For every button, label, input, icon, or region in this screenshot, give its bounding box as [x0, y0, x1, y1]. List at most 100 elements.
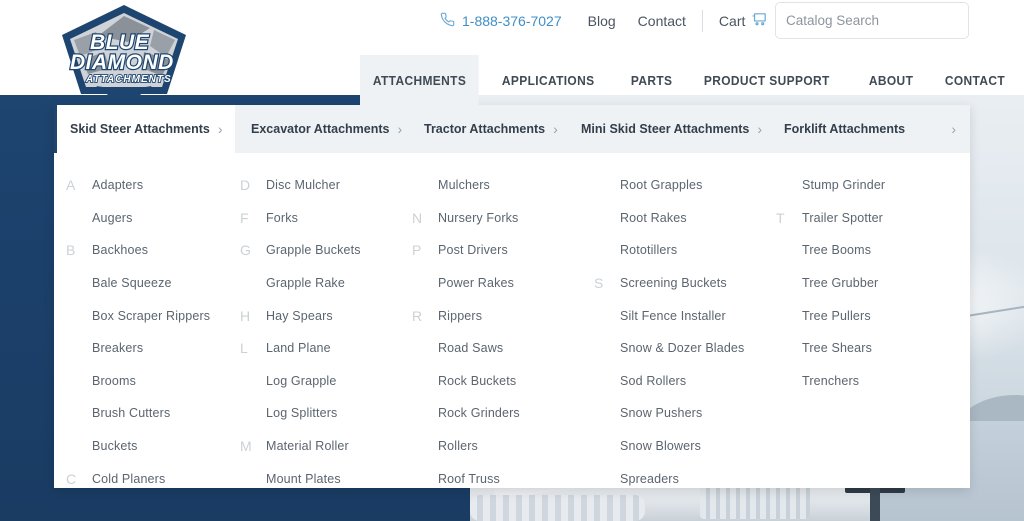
- utility-divider: [701, 10, 703, 32]
- alphabet-marker: C: [66, 470, 77, 487]
- menu-row: Tree Grubber: [774, 267, 964, 300]
- alphabet-marker: G: [240, 242, 251, 259]
- menu-link-rototillers[interactable]: Rototillers: [620, 243, 677, 257]
- mega-column-3: Mulchers N Nursery Forks P Post Drivers Power…: [410, 165, 592, 495]
- nav-item-about[interactable]: ABOUT: [856, 55, 926, 105]
- menu-link-brooms[interactable]: Brooms: [92, 374, 136, 388]
- menu-row: Mulchers: [410, 169, 592, 202]
- menu-link-snow-pushers[interactable]: Snow Pushers: [620, 406, 702, 420]
- mega-tab-mini-skid-steer-attachments[interactable]: Mini Skid Steer Attachments ›: [565, 105, 768, 153]
- menu-link-land-plane[interactable]: Land Plane: [266, 341, 331, 355]
- cart-label: Cart: [718, 13, 746, 29]
- menu-link-silt-fence-installer[interactable]: Silt Fence Installer: [620, 309, 726, 323]
- menu-row: R Rippers: [410, 299, 592, 332]
- menu-link-log-splitters[interactable]: Log Splitters: [266, 406, 337, 420]
- menu-row: P Post Drivers: [410, 234, 592, 267]
- svg-text:ATTACHMENTS: ATTACHMENTS: [85, 74, 172, 85]
- search-input[interactable]: [776, 3, 968, 38]
- menu-link-tree-shears[interactable]: Tree Shears: [802, 341, 872, 355]
- brand-logo[interactable]: BLUE DIAMOND ATTACHMENTS: [58, 2, 190, 102]
- menu-link-brush-cutters[interactable]: Brush Cutters: [92, 406, 170, 420]
- menu-link-trenchers[interactable]: Trenchers: [802, 374, 859, 388]
- menu-link-cold-planers[interactable]: Cold Planers: [92, 472, 165, 486]
- menu-row: Tree Pullers: [774, 299, 964, 332]
- menu-link-root-grapples[interactable]: Root Grapples: [620, 178, 703, 192]
- menu-link-power-rakes[interactable]: Power Rakes: [438, 276, 514, 290]
- mega-tab-excavator-attachments[interactable]: Excavator Attachments ›: [235, 105, 408, 153]
- menu-link-disc-mulcher[interactable]: Disc Mulcher: [266, 178, 340, 192]
- menu-link-root-rakes[interactable]: Root Rakes: [620, 211, 687, 225]
- nav-item-contact[interactable]: CONTACT: [932, 55, 1018, 105]
- chevron-right-icon: ›: [951, 121, 956, 137]
- menu-link-rock-buckets[interactable]: Rock Buckets: [438, 374, 516, 388]
- menu-link-log-grapple[interactable]: Log Grapple: [266, 374, 336, 388]
- alphabet-marker: F: [240, 209, 249, 226]
- cart-link[interactable]: Cart: [719, 11, 768, 31]
- chevron-right-icon: ›: [757, 121, 762, 137]
- menu-link-snow-blowers[interactable]: Snow Blowers: [620, 439, 701, 453]
- menu-link-rippers[interactable]: Rippers: [438, 309, 482, 323]
- menu-link-bale-squeeze[interactable]: Bale Squeeze: [92, 276, 172, 290]
- menu-row: Augers: [64, 202, 238, 235]
- menu-link-trailer-spotter[interactable]: Trailer Spotter: [802, 211, 883, 225]
- menu-row: Root Rakes: [592, 202, 774, 235]
- menu-link-post-drivers[interactable]: Post Drivers: [438, 243, 508, 257]
- nav-item-parts[interactable]: PARTS: [618, 55, 685, 105]
- mega-tab-skid-steer-attachments[interactable]: Skid Steer Attachments ›: [54, 105, 235, 153]
- menu-link-spreaders[interactable]: Spreaders: [620, 472, 679, 486]
- menu-link-tree-booms[interactable]: Tree Booms: [802, 243, 871, 257]
- menu-link-hay-spears[interactable]: Hay Spears: [266, 309, 333, 323]
- menu-row: Mount Plates: [238, 462, 410, 495]
- phone-link[interactable]: 1-888-376-7027: [440, 12, 562, 30]
- menu-link-screening-buckets[interactable]: Screening Buckets: [620, 276, 727, 290]
- menu-link-material-roller[interactable]: Material Roller: [266, 439, 349, 453]
- mega-column-2: D Disc Mulcher F Forks G Grapple Buckets Grapp…: [238, 165, 410, 495]
- menu-link-rollers[interactable]: Rollers: [438, 439, 478, 453]
- menu-row: Snow Blowers: [592, 430, 774, 463]
- menu-row: D Disc Mulcher: [238, 169, 410, 202]
- nav-item-applications[interactable]: APPLICATIONS: [489, 55, 607, 105]
- svg-text:DIAMOND: DIAMOND: [70, 51, 174, 74]
- menu-link-grapple-rake[interactable]: Grapple Rake: [266, 276, 345, 290]
- menu-row: Buckets: [64, 430, 238, 463]
- menu-link-breakers[interactable]: Breakers: [92, 341, 143, 355]
- menu-row: Root Grapples: [592, 169, 774, 202]
- menu-row: Spreaders: [592, 462, 774, 495]
- menu-link-sod-rollers[interactable]: Sod Rollers: [620, 374, 686, 388]
- contact-link[interactable]: Contact: [638, 13, 686, 29]
- menu-row: Rollers: [410, 430, 592, 463]
- mega-tab-tractor-attachments[interactable]: Tractor Attachments ›: [408, 105, 565, 153]
- menu-link-tree-pullers[interactable]: Tree Pullers: [802, 309, 871, 323]
- menu-row: Tree Booms: [774, 234, 964, 267]
- mega-tab-label: Excavator Attachments: [251, 122, 390, 136]
- menu-row: Grapple Rake: [238, 267, 410, 300]
- menu-link-adapters[interactable]: Adapters: [92, 178, 143, 192]
- menu-link-augers[interactable]: Augers: [92, 211, 133, 225]
- mega-menu-tabs: Skid Steer Attachments › Excavator Attac…: [54, 105, 970, 153]
- menu-row: Brooms: [64, 365, 238, 398]
- menu-link-mulchers[interactable]: Mulchers: [438, 178, 490, 192]
- menu-link-roof-truss[interactable]: Roof Truss: [438, 472, 500, 486]
- catalog-search[interactable]: [775, 2, 969, 39]
- menu-link-backhoes[interactable]: Backhoes: [92, 243, 148, 257]
- nav-item-product-support[interactable]: PRODUCT SUPPORT: [691, 55, 843, 105]
- menu-link-nursery-forks[interactable]: Nursery Forks: [438, 211, 518, 225]
- nav-item-attachments[interactable]: ATTACHMENTS: [360, 55, 480, 105]
- menu-link-box-scraper-rippers[interactable]: Box Scraper Rippers: [92, 309, 210, 323]
- menu-row: Breakers: [64, 332, 238, 365]
- menu-link-road-saws[interactable]: Road Saws: [438, 341, 503, 355]
- menu-link-stump-grinder[interactable]: Stump Grinder: [802, 178, 885, 192]
- menu-link-rock-grinders[interactable]: Rock Grinders: [438, 406, 520, 420]
- menu-row: Bale Squeeze: [64, 267, 238, 300]
- menu-link-buckets[interactable]: Buckets: [92, 439, 138, 453]
- menu-link-tree-grubber[interactable]: Tree Grubber: [802, 276, 878, 290]
- menu-link-grapple-buckets[interactable]: Grapple Buckets: [266, 243, 361, 257]
- menu-link-mount-plates[interactable]: Mount Plates: [266, 472, 341, 486]
- menu-row: N Nursery Forks: [410, 202, 592, 235]
- alphabet-marker: H: [240, 307, 251, 324]
- alphabet-marker: D: [240, 177, 251, 194]
- mega-tab-forklift-attachments[interactable]: Forklift Attachments ›: [768, 105, 970, 153]
- blog-link[interactable]: Blog: [588, 13, 616, 29]
- menu-link-snow-dozer-blades[interactable]: Snow & Dozer Blades: [620, 341, 744, 355]
- menu-link-forks[interactable]: Forks: [266, 211, 298, 225]
